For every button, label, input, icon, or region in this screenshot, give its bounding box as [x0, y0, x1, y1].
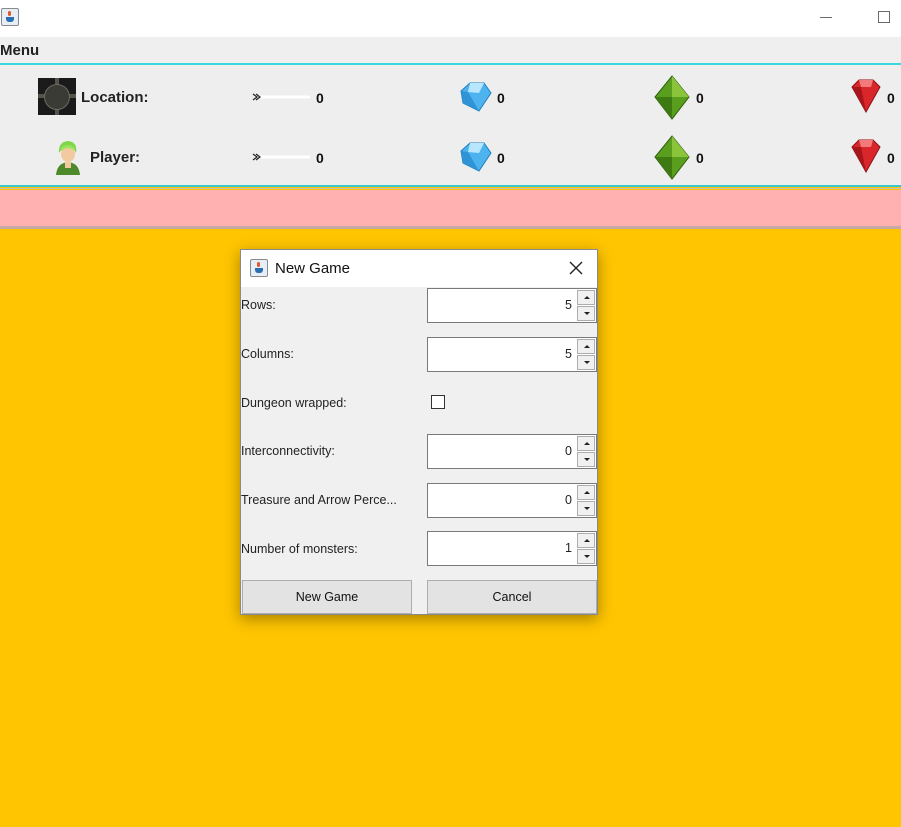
interconnectivity-spinner[interactable]: 0 [427, 434, 597, 469]
columns-value[interactable]: 5 [565, 347, 572, 361]
message-bar-border [0, 226, 901, 229]
interconnectivity-label: Interconnectivity: [241, 444, 335, 458]
red-ruby-icon [851, 139, 881, 173]
columns-spinner[interactable]: 5 [427, 337, 597, 372]
player-blue-count: 0 [497, 150, 505, 166]
columns-label: Columns: [241, 347, 294, 361]
blue-diamond-icon [460, 142, 492, 172]
rows-up-icon[interactable] [577, 290, 595, 305]
arrow-icon [252, 153, 310, 161]
dungeon-tile-icon [38, 78, 76, 115]
treasure-value[interactable]: 0 [565, 493, 572, 507]
location-blue-count: 0 [497, 90, 505, 106]
new-game-button[interactable]: New Game [242, 580, 412, 614]
monsters-spinner[interactable]: 1 [427, 531, 597, 566]
menu-bar: Menu [0, 37, 901, 65]
player-red-count: 0 [887, 150, 895, 166]
new-game-dialog: New Game Rows: 5 Columns: 5 Dungeon wrap… [240, 249, 598, 615]
interconnectivity-value[interactable]: 0 [565, 444, 572, 458]
maximize-icon[interactable] [878, 11, 890, 23]
treasure-down-icon[interactable] [577, 501, 595, 516]
cancel-button[interactable]: Cancel [427, 580, 597, 614]
interconnectivity-up-icon[interactable] [577, 436, 595, 451]
location-arrow-count: 0 [316, 90, 324, 106]
rows-value[interactable]: 5 [565, 298, 572, 312]
green-emerald-icon [654, 135, 690, 180]
interconnectivity-down-icon[interactable] [577, 452, 595, 467]
close-icon[interactable] [567, 259, 585, 277]
menu-button[interactable]: Menu [0, 42, 39, 59]
player-arrow-count: 0 [316, 150, 324, 166]
blue-diamond-icon [460, 82, 492, 112]
wrapped-label: Dungeon wrapped: [241, 396, 347, 410]
location-green-count: 0 [696, 90, 704, 106]
treasure-spinner[interactable]: 0 [427, 483, 597, 518]
player-green-count: 0 [696, 150, 704, 166]
player-avatar-icon [56, 141, 80, 175]
status-panel [0, 65, 901, 186]
treasure-up-icon[interactable] [577, 485, 595, 500]
treasure-label: Treasure and Arrow Perce... [241, 493, 397, 507]
green-emerald-icon [654, 75, 690, 120]
monsters-label: Number of monsters: [241, 542, 358, 556]
rows-down-icon[interactable] [577, 306, 595, 321]
dialog-title-bar[interactable]: New Game [241, 250, 597, 287]
status-divider [0, 185, 901, 187]
rows-label: Rows: [241, 298, 276, 312]
java-cup-icon [1, 8, 19, 26]
monsters-value[interactable]: 1 [565, 541, 572, 555]
wrapped-checkbox[interactable] [431, 395, 445, 409]
minimize-icon[interactable] [820, 17, 832, 18]
monsters-up-icon[interactable] [577, 533, 595, 548]
columns-up-icon[interactable] [577, 339, 595, 354]
rows-spinner[interactable]: 5 [427, 288, 597, 323]
status-divider-shadow [0, 188, 901, 189]
red-ruby-icon [851, 79, 881, 113]
location-label: Location: [81, 89, 149, 106]
message-bar [0, 190, 901, 226]
java-cup-icon [250, 259, 268, 277]
arrow-icon [252, 93, 310, 101]
location-red-count: 0 [887, 90, 895, 106]
window-title-bar [0, 0, 901, 37]
player-label: Player: [90, 149, 141, 166]
monsters-down-icon[interactable] [577, 549, 595, 564]
dialog-title: New Game [275, 260, 351, 277]
columns-down-icon[interactable] [577, 355, 595, 370]
